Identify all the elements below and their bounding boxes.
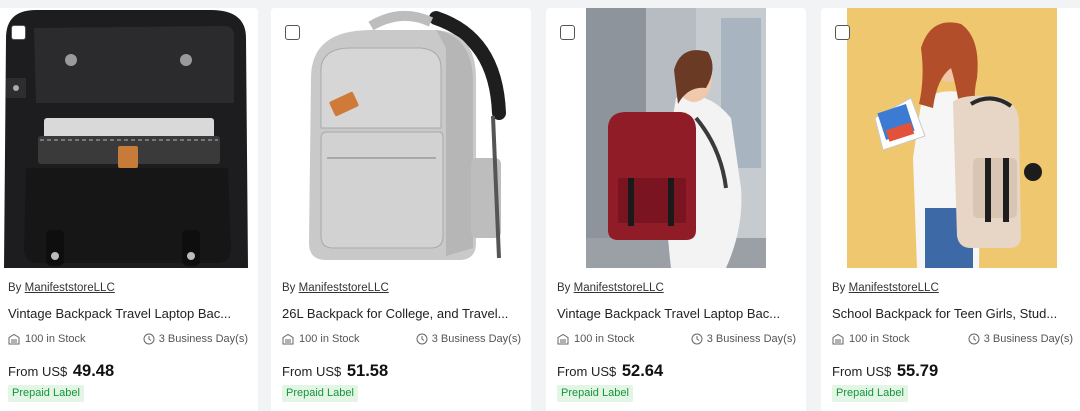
price-amount: 51.58 [346,362,389,380]
price: From US$ 51.58 [282,362,388,381]
girl-with-beige-backpack-photo [821,8,1080,268]
seller-link[interactable]: ManifeststoreLLC [25,282,115,294]
shipping-text: 3 Business Day(s) [983,333,1073,345]
price: From US$ 52.64 [557,362,663,381]
price: From US$ 55.79 [832,362,938,381]
price-amount: 55.79 [896,362,939,380]
select-checkbox[interactable] [285,25,300,40]
product-image[interactable] [0,8,258,268]
seller-line: By ManifeststoreLLC [832,282,939,294]
price-amount: 52.64 [621,362,664,380]
clock-icon [416,333,428,345]
product-image[interactable] [546,8,806,268]
by-label: By [557,282,571,294]
shipping-text: 3 Business Day(s) [706,333,796,345]
price-prefix: From US$ [282,364,342,379]
seller-line: By ManifeststoreLLC [8,282,115,294]
black-laptop-backpack-photo [0,8,258,268]
seller-link[interactable]: ManifeststoreLLC [299,282,389,294]
select-checkbox[interactable] [560,25,575,40]
product-title[interactable]: Vintage Backpack Travel Laptop Bac... [8,306,246,321]
warehouse-icon [282,333,294,345]
gray-backpack-photo [271,8,531,268]
product-title[interactable]: 26L Backpack for College, and Travel... [282,306,520,321]
warehouse-icon [557,333,569,345]
prepaid-label-badge: Prepaid Label [557,385,633,402]
stock-info: 100 in Stock [282,333,360,345]
by-label: By [8,282,22,294]
product-card[interactable]: By ManifeststoreLLC 26L Backpack for Col… [271,8,531,411]
seller-link[interactable]: ManifeststoreLLC [574,282,664,294]
warehouse-icon [832,333,844,345]
price-prefix: From US$ [832,364,892,379]
warehouse-icon [8,333,20,345]
shipping-info: 3 Business Day(s) [691,333,796,345]
stock-info: 100 in Stock [557,333,635,345]
product-title[interactable]: School Backpack for Teen Girls, Stud... [832,306,1070,321]
product-meta: 100 in Stock 3 Business Day(s) [557,333,796,349]
product-meta: 100 in Stock 3 Business Day(s) [8,333,248,349]
stock-info: 100 in Stock [8,333,86,345]
shipping-text: 3 Business Day(s) [158,333,248,345]
shipping-info: 3 Business Day(s) [143,333,248,345]
stock-text: 100 in Stock [25,333,86,345]
by-label: By [832,282,846,294]
seller-line: By ManifeststoreLLC [282,282,389,294]
price-prefix: From US$ [557,364,617,379]
stock-text: 100 in Stock [574,333,635,345]
product-image[interactable] [271,8,531,268]
product-meta: 100 in Stock 3 Business Day(s) [832,333,1073,349]
price-prefix: From US$ [8,364,68,379]
price-amount: 49.48 [72,362,115,380]
price: From US$ 49.48 [8,362,114,381]
clock-icon [691,333,703,345]
product-grid: By ManifeststoreLLC Vintage Backpack Tra… [0,0,1080,411]
stock-info: 100 in Stock [832,333,910,345]
product-title[interactable]: Vintage Backpack Travel Laptop Bac... [557,306,795,321]
select-checkbox[interactable] [11,25,26,40]
product-card[interactable]: By ManifeststoreLLC Vintage Backpack Tra… [546,8,806,411]
product-card[interactable]: By ManifeststoreLLC Vintage Backpack Tra… [0,8,258,411]
prepaid-label-badge: Prepaid Label [8,385,84,402]
product-card[interactable]: By ManifeststoreLLC School Backpack for … [821,8,1080,411]
stock-text: 100 in Stock [299,333,360,345]
shipping-text: 3 Business Day(s) [431,333,521,345]
stock-text: 100 in Stock [849,333,910,345]
product-meta: 100 in Stock 3 Business Day(s) [282,333,521,349]
prepaid-label-badge: Prepaid Label [832,385,908,402]
shipping-info: 3 Business Day(s) [968,333,1073,345]
woman-with-red-backpack-photo [546,8,806,268]
by-label: By [282,282,296,294]
select-checkbox[interactable] [835,25,850,40]
prepaid-label-badge: Prepaid Label [282,385,358,402]
seller-line: By ManifeststoreLLC [557,282,664,294]
shipping-info: 3 Business Day(s) [416,333,521,345]
product-image[interactable] [821,8,1080,268]
seller-link[interactable]: ManifeststoreLLC [849,282,939,294]
clock-icon [143,333,155,345]
clock-icon [968,333,980,345]
